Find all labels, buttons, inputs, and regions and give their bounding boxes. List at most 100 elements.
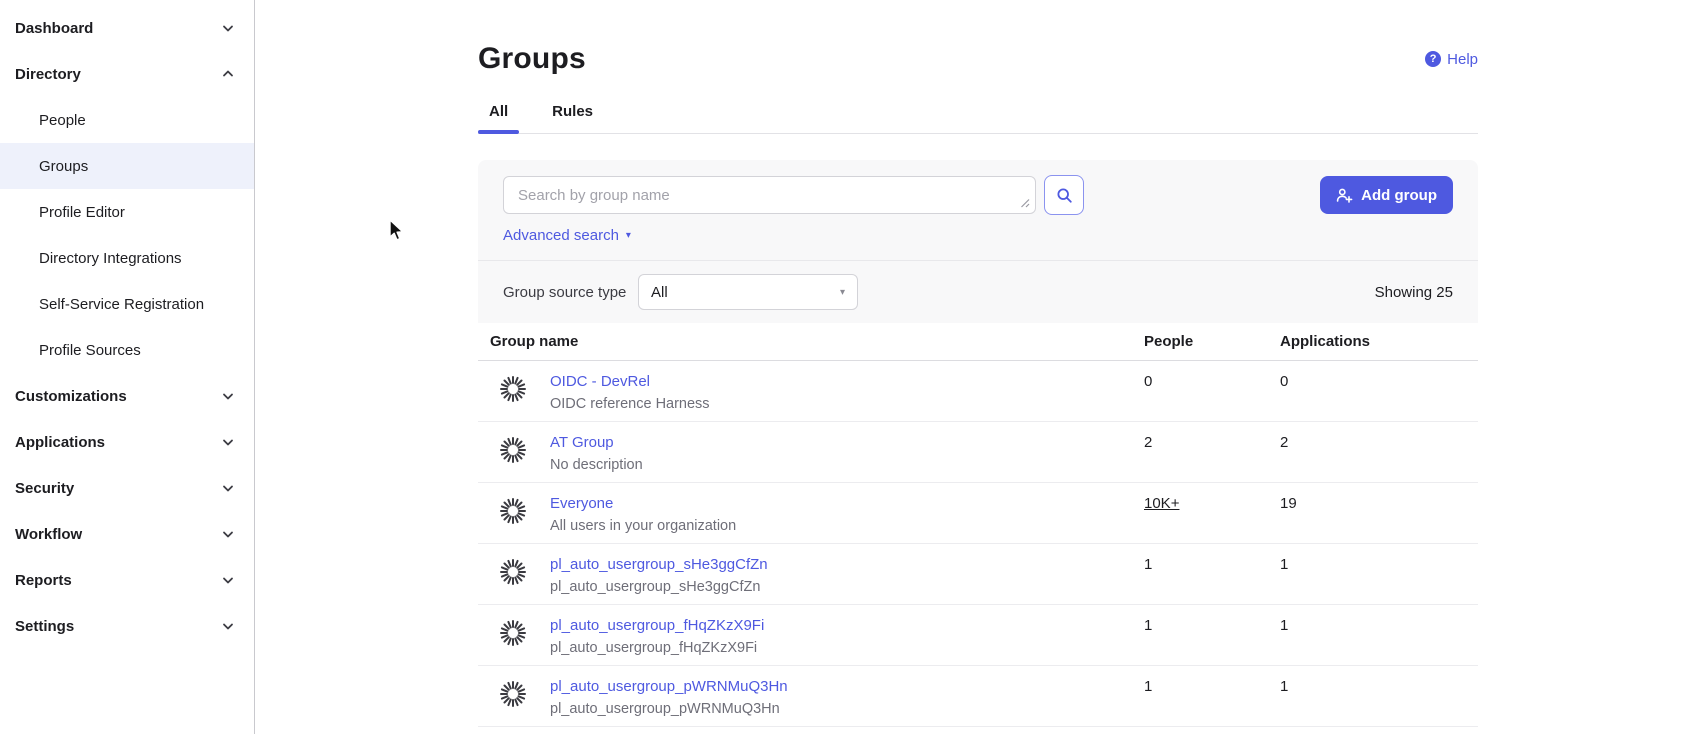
sidebar-item-directory[interactable]: Directory — [0, 51, 254, 97]
sidebar: Dashboard Directory People Groups Profil… — [0, 0, 255, 734]
table-row: Everyone All users in your organization … — [478, 483, 1478, 544]
sidebar-item-customizations[interactable]: Customizations — [0, 373, 254, 419]
sidebar-item-label: Profile Sources — [39, 342, 141, 359]
groups-table: Group name People Applications OIDC - De… — [478, 323, 1478, 727]
applications-count: 2 — [1280, 422, 1478, 482]
group-name-link[interactable]: AT Group — [550, 433, 643, 452]
group-description: All users in your organization — [550, 517, 736, 535]
group-description: pl_auto_usergroup_pWRNMuQ3Hn — [550, 700, 788, 718]
group-name-link[interactable]: pl_auto_usergroup_fHqZKzX9Fi — [550, 616, 764, 635]
tab-all[interactable]: All — [478, 103, 519, 133]
help-label: Help — [1447, 51, 1478, 68]
applications-count: 1 — [1280, 544, 1478, 604]
group-avatar-icon — [500, 376, 526, 402]
sidebar-item-reports[interactable]: Reports — [0, 557, 254, 603]
chevron-down-icon — [220, 572, 236, 588]
sidebar-item-label: Dashboard — [15, 20, 93, 37]
chevron-down-icon — [220, 20, 236, 36]
applications-count: 1 — [1280, 666, 1478, 726]
sidebar-item-label: Groups — [39, 158, 88, 175]
chevron-down-icon — [220, 526, 236, 542]
group-avatar-icon — [500, 559, 526, 585]
sidebar-item-groups[interactable]: Groups — [0, 143, 254, 189]
table-header: Group name People Applications — [478, 323, 1478, 361]
sidebar-item-profile-editor[interactable]: Profile Editor — [0, 189, 254, 235]
group-name-link[interactable]: pl_auto_usergroup_pWRNMuQ3Hn — [550, 677, 788, 696]
caret-down-icon: ▾ — [840, 287, 845, 298]
sidebar-item-label: People — [39, 112, 86, 129]
group-description: No description — [550, 456, 643, 474]
table-row: OIDC - DevRel OIDC reference Harness 0 0 — [478, 361, 1478, 422]
showing-count: Showing 25 — [1375, 284, 1453, 301]
chevron-up-icon — [220, 66, 236, 82]
search-button[interactable] — [1044, 175, 1084, 215]
advanced-search-label: Advanced search — [503, 227, 619, 244]
sidebar-item-label: Security — [15, 480, 74, 497]
sidebar-item-directory-integrations[interactable]: Directory Integrations — [0, 235, 254, 281]
chevron-down-icon — [220, 434, 236, 450]
group-avatar-icon — [500, 498, 526, 524]
tab-bar: All Rules — [478, 103, 1478, 134]
group-description: pl_auto_usergroup_sHe3ggCfZn — [550, 578, 768, 596]
group-source-type-select[interactable]: All ▾ — [638, 274, 858, 310]
page-title: Groups — [478, 42, 586, 76]
tab-rules[interactable]: Rules — [541, 103, 604, 133]
sidebar-item-dashboard[interactable]: Dashboard — [0, 5, 254, 51]
people-count: 1 — [1144, 544, 1280, 604]
sidebar-item-settings[interactable]: Settings — [0, 603, 254, 649]
group-avatar-icon — [500, 437, 526, 463]
sidebar-item-profile-sources[interactable]: Profile Sources — [0, 327, 254, 373]
group-description: pl_auto_usergroup_fHqZKzX9Fi — [550, 639, 764, 657]
chevron-down-icon — [220, 480, 236, 496]
sidebar-item-workflow[interactable]: Workflow — [0, 511, 254, 557]
sidebar-item-self-service-registration[interactable]: Self-Service Registration — [0, 281, 254, 327]
sidebar-item-people[interactable]: People — [0, 97, 254, 143]
group-description: OIDC reference Harness — [550, 395, 710, 413]
caret-down-icon: ▾ — [626, 230, 631, 241]
table-row: pl_auto_usergroup_pWRNMuQ3Hn pl_auto_use… — [478, 666, 1478, 727]
column-header-people: People — [1144, 333, 1280, 350]
people-count: 0 — [1144, 361, 1280, 421]
applications-count: 19 — [1280, 483, 1478, 543]
resize-grip-icon[interactable] — [1019, 197, 1030, 208]
add-group-button[interactable]: Add group — [1320, 176, 1453, 214]
add-group-icon — [1336, 187, 1353, 204]
group-avatar-icon — [500, 681, 526, 707]
selected-option: All — [651, 284, 668, 301]
group-avatar-icon — [500, 620, 526, 646]
sidebar-item-label: Reports — [15, 572, 72, 589]
chevron-down-icon — [220, 388, 236, 404]
group-name-link[interactable]: Everyone — [550, 494, 736, 513]
chevron-down-icon — [220, 618, 236, 634]
help-icon: ? — [1425, 51, 1441, 67]
search-icon — [1056, 187, 1073, 204]
groups-admin-page: Dashboard Directory People Groups Profil… — [0, 0, 1687, 734]
group-name-link[interactable]: pl_auto_usergroup_sHe3ggCfZn — [550, 555, 768, 574]
sidebar-item-label: Directory Integrations — [39, 250, 182, 267]
table-row: pl_auto_usergroup_sHe3ggCfZn pl_auto_use… — [478, 544, 1478, 605]
people-count-link[interactable]: 10K+ — [1144, 495, 1179, 512]
people-count: 1 — [1144, 605, 1280, 665]
applications-count: 1 — [1280, 605, 1478, 665]
group-source-type-label: Group source type — [503, 284, 638, 301]
add-group-label: Add group — [1361, 187, 1437, 204]
sidebar-item-security[interactable]: Security — [0, 465, 254, 511]
sidebar-item-label: Workflow — [15, 526, 82, 543]
filter-panel: Add group Advanced search ▾ Group source… — [478, 160, 1478, 323]
sidebar-item-label: Directory — [15, 66, 81, 83]
group-name-link[interactable]: OIDC - DevRel — [550, 372, 710, 391]
column-header-group-name: Group name — [490, 333, 1144, 350]
main-content: Groups ? Help All Rules — [255, 0, 1687, 734]
sidebar-item-label: Profile Editor — [39, 204, 125, 221]
search-input[interactable] — [503, 176, 1036, 214]
table-row: AT Group No description 2 2 — [478, 422, 1478, 483]
applications-count: 0 — [1280, 361, 1478, 421]
sidebar-item-label: Customizations — [15, 388, 127, 405]
sidebar-item-label: Applications — [15, 434, 105, 451]
table-row: pl_auto_usergroup_fHqZKzX9Fi pl_auto_use… — [478, 605, 1478, 666]
people-count: 1 — [1144, 666, 1280, 726]
advanced-search-toggle[interactable]: Advanced search ▾ — [503, 227, 631, 244]
help-link[interactable]: ? Help — [1425, 51, 1478, 68]
sidebar-item-label: Self-Service Registration — [39, 296, 204, 313]
sidebar-item-applications[interactable]: Applications — [0, 419, 254, 465]
